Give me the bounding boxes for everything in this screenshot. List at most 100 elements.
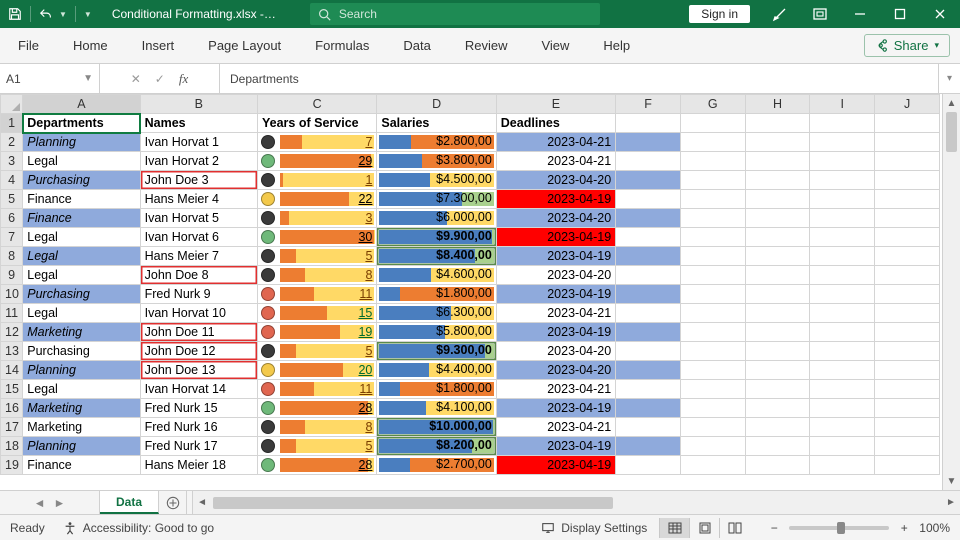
cell-deadline[interactable]: 2023-04-21 xyxy=(496,304,615,323)
row-header-5[interactable]: 5 xyxy=(1,190,23,209)
row-header-19[interactable]: 19 xyxy=(1,456,23,475)
row-header-18[interactable]: 18 xyxy=(1,437,23,456)
undo-dropdown-icon[interactable]: ▼ xyxy=(59,10,67,19)
sheet-tab-data[interactable]: Data xyxy=(100,491,159,514)
row-header-17[interactable]: 17 xyxy=(1,418,23,437)
sign-in-button[interactable]: Sign in xyxy=(689,5,750,23)
cell-deadline[interactable]: 2023-04-19 xyxy=(496,228,615,247)
cell-years[interactable]: 29 xyxy=(258,152,377,171)
cell-salary[interactable]: $8.400,00 xyxy=(377,247,496,266)
cell-name[interactable]: Ivan Horvat 5 xyxy=(140,209,257,228)
view-page-break-icon[interactable] xyxy=(719,518,749,538)
cell-deadline[interactable]: 2023-04-20 xyxy=(496,171,615,190)
cell-salary[interactable]: $9.900,00 xyxy=(377,228,496,247)
cell-years[interactable]: 3 xyxy=(258,209,377,228)
cell-dept[interactable]: Legal xyxy=(23,380,140,399)
zoom-out-icon[interactable]: − xyxy=(767,521,781,535)
col-header-G[interactable]: G xyxy=(680,95,745,114)
row-header-7[interactable]: 7 xyxy=(1,228,23,247)
cell-salary[interactable]: $2.800,00 xyxy=(377,133,496,152)
cell-dept[interactable]: Marketing xyxy=(23,399,140,418)
tab-view[interactable]: View xyxy=(533,32,577,59)
cell-deadline[interactable]: 2023-04-19 xyxy=(496,323,615,342)
cell-name[interactable]: Hans Meier 7 xyxy=(140,247,257,266)
cell-name[interactable]: John Doe 8 xyxy=(140,266,257,285)
cell-D1[interactable]: Salaries xyxy=(377,114,496,133)
tab-home[interactable]: Home xyxy=(65,32,116,59)
col-header-C[interactable]: C xyxy=(258,95,377,114)
view-page-layout-icon[interactable] xyxy=(689,518,719,538)
share-button[interactable]: Share ▾ xyxy=(864,34,950,57)
cell-dept[interactable]: Finance xyxy=(23,456,140,475)
cell-salary[interactable]: $9.300,00 xyxy=(377,342,496,361)
fx-icon[interactable]: fx xyxy=(179,71,188,87)
chevron-down-icon[interactable]: ▼ xyxy=(83,73,93,84)
cell-deadline[interactable]: 2023-04-20 xyxy=(496,342,615,361)
cell-salary[interactable]: $8.200,00 xyxy=(377,437,496,456)
cell-years[interactable]: 8 xyxy=(258,418,377,437)
cell-name[interactable]: Ivan Horvat 10 xyxy=(140,304,257,323)
tab-nav-prev-icon[interactable]: ◄ xyxy=(34,496,46,510)
cell-deadline[interactable]: 2023-04-19 xyxy=(496,399,615,418)
cell-years[interactable]: 30 xyxy=(258,228,377,247)
cell-years[interactable]: 11 xyxy=(258,285,377,304)
cell-years[interactable]: 28 xyxy=(258,456,377,475)
cell-years[interactable]: 8 xyxy=(258,266,377,285)
scroll-thumb[interactable] xyxy=(946,112,957,152)
cell-years[interactable]: 5 xyxy=(258,247,377,266)
ribbon-mode-icon[interactable] xyxy=(800,0,840,28)
zoom-in-icon[interactable]: + xyxy=(897,521,911,535)
cell-name[interactable]: John Doe 13 xyxy=(140,361,257,380)
cell-dept[interactable]: Legal xyxy=(23,228,140,247)
cell-dept[interactable]: Purchasing xyxy=(23,285,140,304)
col-header-I[interactable]: I xyxy=(810,95,875,114)
cell-dept[interactable]: Legal xyxy=(23,247,140,266)
row-header-12[interactable]: 12 xyxy=(1,323,23,342)
add-sheet-button[interactable] xyxy=(159,491,187,514)
search-box[interactable]: Search xyxy=(310,3,600,25)
cell-years[interactable]: 11 xyxy=(258,380,377,399)
maximize-icon[interactable] xyxy=(880,0,920,28)
tab-file[interactable]: File xyxy=(10,32,47,59)
col-header-F[interactable]: F xyxy=(616,95,681,114)
row-header-9[interactable]: 9 xyxy=(1,266,23,285)
scroll-right-icon[interactable]: ► xyxy=(942,497,960,508)
cell-years[interactable]: 20 xyxy=(258,361,377,380)
cell-salary[interactable]: $4.500,00 xyxy=(377,171,496,190)
select-all-corner[interactable] xyxy=(1,95,23,114)
tab-nav-next-icon[interactable]: ► xyxy=(54,496,66,510)
cell-deadline[interactable]: 2023-04-20 xyxy=(496,266,615,285)
scroll-down-icon[interactable]: ▼ xyxy=(943,472,960,490)
tab-data[interactable]: Data xyxy=(395,32,438,59)
cell-deadline[interactable]: 2023-04-21 xyxy=(496,380,615,399)
scroll-left-icon[interactable]: ◄ xyxy=(193,497,211,508)
cell-name[interactable]: Fred Nurk 15 xyxy=(140,399,257,418)
cell-dept[interactable]: Marketing xyxy=(23,418,140,437)
cell-name[interactable]: John Doe 3 xyxy=(140,171,257,190)
cell-dept[interactable]: Purchasing xyxy=(23,171,140,190)
cell-salary[interactable]: $4.100,00 xyxy=(377,399,496,418)
cell-name[interactable]: Ivan Horvat 1 xyxy=(140,133,257,152)
cell-dept[interactable]: Legal xyxy=(23,266,140,285)
cancel-formula-icon[interactable]: ✕ xyxy=(131,72,141,86)
cell-years[interactable]: 15 xyxy=(258,304,377,323)
hscroll-thumb[interactable] xyxy=(213,497,613,509)
col-header-D[interactable]: D xyxy=(377,95,496,114)
cell-dept[interactable]: Marketing xyxy=(23,323,140,342)
cell-years[interactable]: 19 xyxy=(258,323,377,342)
undo-icon[interactable] xyxy=(39,7,53,21)
cell-deadline[interactable]: 2023-04-20 xyxy=(496,209,615,228)
row-header-3[interactable]: 3 xyxy=(1,152,23,171)
cell-dept[interactable]: Legal xyxy=(23,304,140,323)
close-icon[interactable] xyxy=(920,0,960,28)
spreadsheet-grid[interactable]: A B C D E F G H I J 1DepartmentsNamesYea… xyxy=(0,94,940,475)
cell-name[interactable]: Ivan Horvat 6 xyxy=(140,228,257,247)
cell-salary[interactable]: $5.800,00 xyxy=(377,323,496,342)
formula-input[interactable]: Departments xyxy=(220,64,938,93)
zoom-slider[interactable] xyxy=(789,526,889,530)
col-header-J[interactable]: J xyxy=(875,95,940,114)
cell-deadline[interactable]: 2023-04-19 xyxy=(496,190,615,209)
col-header-B[interactable]: B xyxy=(140,95,257,114)
minimize-icon[interactable] xyxy=(840,0,880,28)
cell-years[interactable]: 5 xyxy=(258,342,377,361)
